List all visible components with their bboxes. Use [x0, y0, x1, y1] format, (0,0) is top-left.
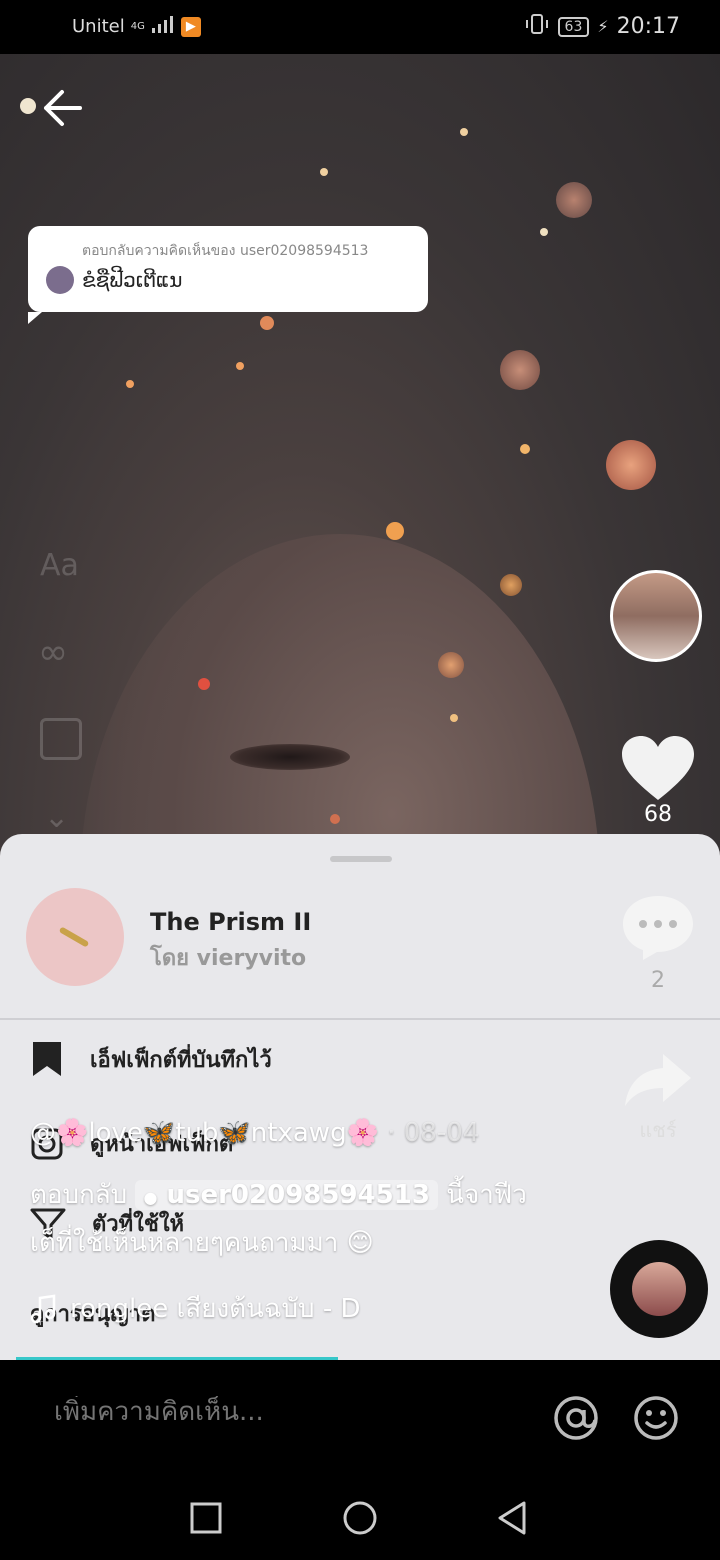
avatar [46, 266, 74, 294]
post-date: · 08-04 [387, 1118, 480, 1148]
bokeh-light [460, 128, 468, 136]
ghost-text-icon: Aa [40, 548, 79, 583]
status-right: 63 ⚡ 20:17 [524, 13, 680, 40]
smiley-icon [634, 1396, 678, 1440]
app-notification-icon: ▶ [180, 16, 201, 37]
bokeh-light [540, 228, 548, 236]
bokeh-light [450, 714, 458, 722]
music-title: ronglee เสียงต้นฉบับ - D [70, 1294, 361, 1324]
ghost-layout-icon [40, 718, 82, 760]
status-left: Unitel 4G ▶ [72, 14, 201, 39]
bokeh-light [320, 168, 328, 176]
effect-name: The Prism II [150, 908, 312, 936]
status-bar: Unitel 4G ▶ 63 ⚡ 20:17 [0, 0, 720, 54]
signal-icon [151, 14, 175, 39]
bokeh-light [606, 440, 656, 490]
at-sign-icon [554, 1396, 598, 1440]
bokeh-light [330, 814, 340, 824]
effect-thumbnail[interactable] [26, 888, 124, 986]
author-line[interactable]: @🌸love🦋tub🦋ntxawg🌸 · 08-04 [30, 1118, 479, 1148]
comment-count: 2 [651, 968, 665, 993]
music-line[interactable]: ronglee เสียงต้นฉบับ - D [30, 1288, 360, 1329]
bokeh-light [198, 678, 210, 690]
clock: 20:17 [616, 14, 680, 39]
reply-user-chip[interactable]: ● user02098594513 [135, 1180, 438, 1210]
reply-label: ตอบกลับความคิดเห็นของ user02098594513 [82, 243, 369, 259]
circle-icon [343, 1501, 377, 1535]
back-button[interactable] [40, 86, 84, 130]
square-icon [190, 1502, 222, 1534]
charging-icon: ⚡ [597, 17, 609, 36]
bokeh-light [500, 574, 522, 596]
triangle-back-icon [498, 1501, 526, 1535]
like-button[interactable]: 68 [610, 734, 706, 827]
bokeh-light [438, 652, 464, 678]
reply-username: user02098594513 [166, 1180, 430, 1210]
author-username[interactable]: @🌸love🦋tub🦋ntxawg🌸 [30, 1118, 379, 1148]
bokeh-light [500, 350, 540, 390]
music-disc[interactable] [610, 1240, 708, 1338]
ghost-infinity-icon: ∞ [38, 632, 68, 673]
bokeh-light [386, 522, 404, 540]
bokeh-light [236, 362, 244, 370]
vibrate-icon [524, 13, 550, 40]
video-eye-region [230, 744, 350, 770]
comment-button[interactable]: 2 [610, 892, 706, 993]
reply-comment-sticker[interactable]: ตอบกลับความคิดเห็นของ user02098594513 ຂໍ… [28, 226, 428, 324]
reply-prefix: ตอบกลับ [30, 1180, 128, 1210]
bookmark-icon [33, 1042, 61, 1076]
reply-line: ตอบกลับ ● user02098594513 นี้จาฟีว [30, 1174, 527, 1215]
creator-avatar[interactable] [610, 570, 702, 662]
comment-input[interactable] [52, 1396, 496, 1428]
menu-saved-effects[interactable]: เอ็ฟเฟ็กต์ที่บันทึกไว้ [30, 1040, 272, 1078]
divider [0, 1018, 720, 1020]
battery-level: 63 [557, 16, 590, 37]
comment-icon: ● [143, 1188, 158, 1207]
reply-suffix: นี้จาฟีว [446, 1180, 527, 1210]
like-count: 68 [644, 802, 672, 827]
emoji-button[interactable] [632, 1394, 680, 1446]
recent-apps-button[interactable] [190, 1502, 222, 1538]
back-nav-button[interactable] [496, 1500, 528, 1540]
share-button[interactable]: แชร์ [610, 1052, 706, 1146]
sheet-drag-handle[interactable] [330, 856, 392, 862]
music-disc-cover [632, 1262, 686, 1316]
heart-icon [622, 736, 694, 800]
comment-bubble-icon [623, 896, 693, 960]
bokeh-light [260, 316, 274, 330]
share-arrow-icon [625, 1054, 691, 1106]
ghost-chevron-icon: ⌄ [44, 800, 70, 835]
bokeh-light [520, 444, 530, 454]
home-button[interactable] [342, 1500, 378, 1540]
mention-button[interactable] [552, 1394, 600, 1446]
menu-label: เอ็ฟเฟ็กต์ที่บันทึกไว้ [90, 1047, 272, 1073]
network-type: 4G [130, 21, 145, 32]
carrier-label: Unitel [72, 16, 125, 37]
reply-text: ຂໍຊືຟີວເຕີແນ [82, 268, 183, 292]
back-arrow-icon [44, 90, 82, 126]
caption: เต็ที่ใช้เห็นหลายๆคนถามมา 😊 [30, 1228, 374, 1258]
share-label: แชร์ [639, 1118, 677, 1142]
music-note-icon [30, 1294, 56, 1323]
comment-bar [0, 1360, 720, 1470]
system-navigation-bar [0, 1470, 720, 1560]
bokeh-light [556, 182, 592, 218]
bokeh-light [126, 380, 134, 388]
bokeh-light [20, 98, 36, 114]
effect-author[interactable]: โดย vieryvito [150, 940, 306, 975]
